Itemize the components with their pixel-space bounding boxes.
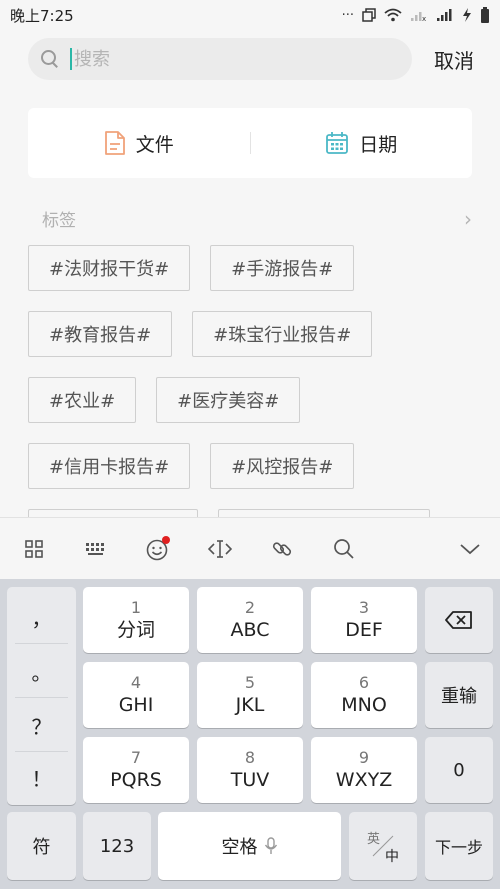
date-filter-button[interactable]: 日期 [251,130,473,157]
key-number: 5 [244,673,256,692]
number-mode-label: 123 [99,835,135,857]
key-number: 4 [130,673,142,692]
key-label: MNO [341,694,387,716]
key-label: TUV [230,769,270,791]
notification-badge [162,536,170,544]
zero-label: 0 [453,759,465,781]
key-number: 7 [130,748,142,767]
keyboard-toolbar [0,517,500,579]
key-label: GHI [118,694,154,716]
tag-row: #农业# #医疗美容# [28,377,478,423]
key-9[interactable]: 9 WXYZ [311,737,417,803]
punct-exclaim-key[interactable]: ！ [7,751,76,803]
symbol-label: 符 [32,837,51,858]
key-label: DEF [345,619,383,641]
tag-row: #法财报干货# #手游报告# [28,245,478,291]
key-0[interactable]: 0 [425,737,493,803]
search-icon [40,49,60,69]
punct-divider [15,643,68,644]
key-5[interactable]: 5 JKL [197,662,303,728]
key-7[interactable]: 7 PQRS [83,737,189,803]
tags-header: 标签 › [42,206,472,232]
key-8[interactable]: 8 TUV [197,737,303,803]
microphone-icon [264,837,277,854]
cursor-move-icon[interactable] [206,535,234,563]
tags-list: #法财报干货# #手游报告# #教育报告# #珠宝行业报告# #农业# #医疗美… [28,245,478,517]
keyboard-search-icon[interactable] [330,535,358,563]
key-number: 3 [358,598,370,617]
key-label: JKL [235,694,265,716]
key-6[interactable]: 6 MNO [311,662,417,728]
search-row: 取消 [28,38,480,80]
punctuation-column: ， 。 ？ ！ [7,587,76,805]
key-1[interactable]: 1 分词 [83,587,189,653]
key-2[interactable]: 2 ABC [197,587,303,653]
chevron-right-icon[interactable]: › [464,207,472,231]
search-input[interactable] [74,39,374,79]
backspace-button[interactable] [425,587,493,653]
calendar-icon [326,132,349,154]
punct-divider [15,697,68,698]
cancel-button[interactable]: 取消 [434,45,474,74]
language-switch-button[interactable]: 英 中 [349,812,417,880]
reinput-button[interactable]: 重输 [425,662,493,728]
keyboard-switch-icon[interactable] [82,535,110,563]
content-area: 取消 文件 日期 标签 › [0,0,500,517]
punct-question-key[interactable]: ？ [7,699,76,751]
key-label: WXYZ [335,769,393,791]
link-icon[interactable] [268,535,296,563]
filter-card: 文件 日期 [28,108,472,178]
text-cursor [70,48,72,70]
tag-chip[interactable]: #信用卡报告# [28,443,191,489]
file-filter-label: 文件 [135,133,174,156]
tag-chip[interactable]: #教育报告# [28,311,173,357]
tag-chip[interactable]: #农业# [28,377,137,423]
tags-title: 标签 [42,211,76,231]
punct-period-key[interactable]: 。 [7,645,76,697]
file-filter-button[interactable]: 文件 [28,130,250,157]
key-label: 分词 [116,619,155,641]
tag-row: #教育报告# #珠宝行业报告# [28,311,478,357]
lang-en-label: 英 [367,832,381,847]
grid-menu-icon[interactable] [20,535,48,563]
key-label: PQRS [110,769,162,791]
number-mode-button[interactable]: 123 [83,812,151,880]
date-filter-label: 日期 [359,133,398,156]
backspace-icon [445,611,472,629]
tag-chip[interactable] [218,509,430,517]
tag-row-partial [28,509,478,517]
key-3[interactable]: 3 DEF [311,587,417,653]
key-number: 2 [244,598,256,617]
key-number: 1 [130,598,142,617]
lang-zh-label: 中 [385,849,399,865]
key-number: 6 [358,673,370,692]
search-box[interactable] [28,38,412,80]
tag-chip[interactable]: #手游报告# [210,245,355,291]
emoji-icon[interactable] [144,535,172,563]
tag-row: #信用卡报告# #风控报告# [28,443,478,489]
keyboard: ， 。 ？ ！ 1 分词 2 ABC 3 DEF 4 GHI 5 JKL 6 M… [0,579,500,889]
space-label: 空格 [221,837,258,858]
collapse-keyboard-icon[interactable] [456,535,484,563]
space-button[interactable]: 空格 [158,812,341,880]
key-4[interactable]: 4 GHI [83,662,189,728]
tag-chip[interactable]: #法财报干货# [28,245,191,291]
key-number: 8 [244,748,256,767]
next-step-label: 下一步 [434,838,483,857]
key-number: 9 [358,748,370,767]
punct-comma-key[interactable]: ， [7,591,76,643]
tag-chip[interactable]: #医疗美容# [156,377,301,423]
reinput-label: 重输 [441,686,477,707]
language-slash-icon [372,835,394,857]
symbol-button[interactable]: 符 [7,812,76,880]
tag-chip[interactable] [28,509,198,517]
tag-chip[interactable]: #珠宝行业报告# [192,311,373,357]
tag-chip[interactable]: #风控报告# [210,443,355,489]
key-label: ABC [230,619,270,641]
file-icon [104,131,125,155]
next-step-button[interactable]: 下一步 [425,812,493,880]
